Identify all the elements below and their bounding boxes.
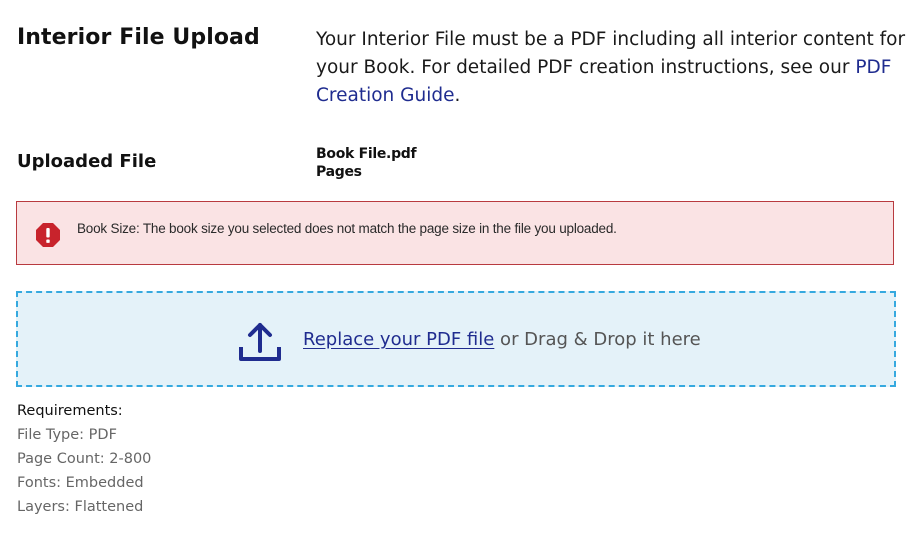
- replace-pdf-link[interactable]: Replace your PDF file: [303, 329, 494, 350]
- requirement-layers: Layers: Flattened: [17, 499, 144, 515]
- drag-drop-text: or Drag & Drop it here: [494, 329, 701, 350]
- requirement-page-count: Page Count: 2-800: [17, 451, 152, 467]
- uploaded-file-name: Book File.pdf: [316, 146, 417, 162]
- requirements-list: Requirements: File Type: PDF Page Count:…: [17, 399, 151, 519]
- description-period: .: [454, 85, 461, 106]
- exclamation-octagon-icon: [36, 223, 60, 247]
- uploaded-file-info: Book File.pdf Pages: [316, 145, 417, 181]
- interior-file-upload-title: Interior File Upload: [17, 25, 260, 50]
- description-text: Your Interior File must be a PDF includi…: [316, 29, 906, 78]
- uploaded-file-title: Uploaded File: [17, 151, 157, 172]
- interior-file-description: Your Interior File must be a PDF includi…: [316, 26, 906, 110]
- pdf-dropzone[interactable]: Replace your PDF file or Drag & Drop it …: [16, 291, 896, 387]
- requirement-file-type: File Type: PDF: [17, 427, 117, 443]
- requirement-fonts: Fonts: Embedded: [17, 475, 144, 491]
- dropzone-label: Replace your PDF file or Drag & Drop it …: [303, 329, 701, 350]
- requirements-heading: Requirements:: [17, 403, 123, 419]
- upload-icon[interactable]: [238, 321, 282, 363]
- book-size-error-alert: Book Size: The book size you selected do…: [16, 201, 894, 265]
- error-message: Book Size: The book size you selected do…: [77, 221, 617, 236]
- uploaded-file-pages: Pages: [316, 164, 362, 180]
